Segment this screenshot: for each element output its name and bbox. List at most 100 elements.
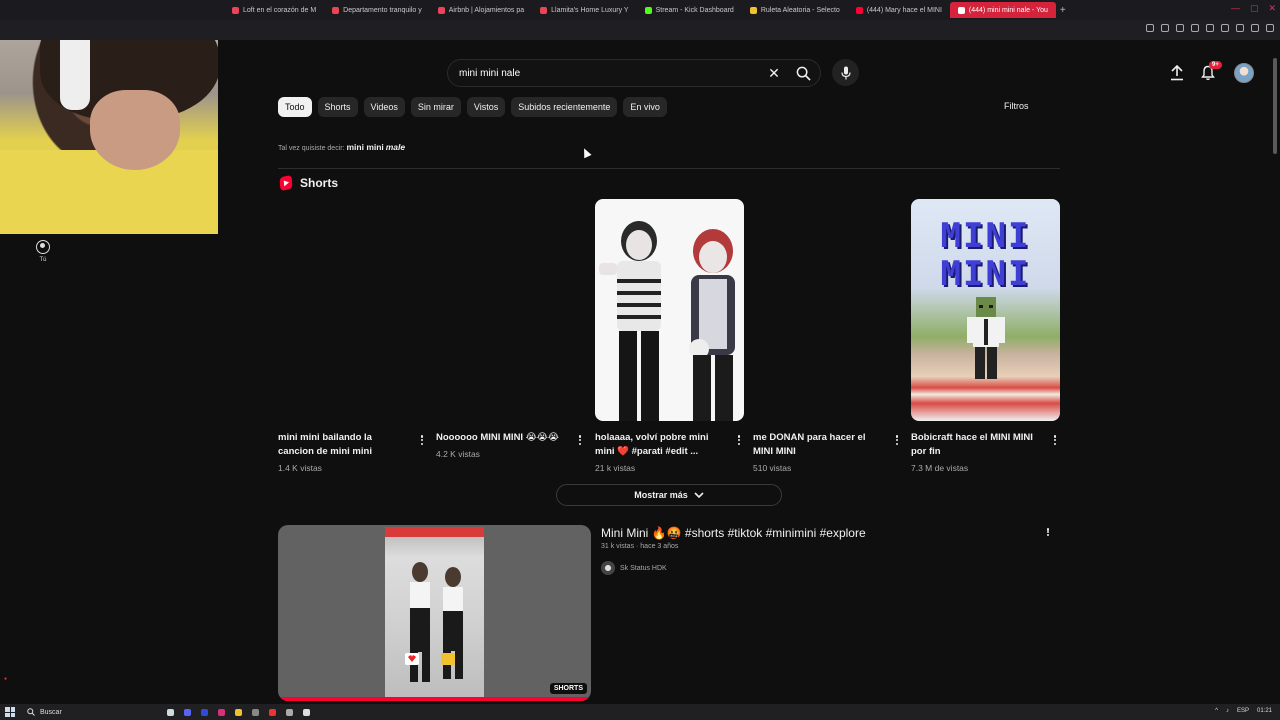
short-card[interactable]: mini mini bailando la cancion de mini mi… — [278, 199, 427, 473]
browser-tab[interactable]: Stream - Kick Dashboard — [637, 2, 742, 18]
taskbar-apps — [167, 708, 310, 716]
avatar[interactable] — [1234, 63, 1254, 83]
app-icon[interactable] — [218, 708, 225, 716]
screenshot-icon[interactable] — [1176, 24, 1184, 32]
maximize-icon[interactable]: ▢ — [1250, 3, 1259, 14]
more-actions-icon[interactable] — [734, 433, 744, 447]
folder-icon[interactable] — [235, 708, 242, 716]
heart-icon[interactable] — [1236, 24, 1244, 32]
short-title[interactable]: Noooooo MINI MINI 😭😭😭 — [436, 431, 562, 445]
refresh-icon[interactable] — [1206, 24, 1214, 32]
clock[interactable]: 01:21 — [1257, 708, 1272, 714]
app-icon[interactable] — [184, 708, 191, 716]
more-actions-icon[interactable] — [417, 433, 427, 447]
short-meta: Noooooo MINI MINI 😭😭😭 4.2 K vistas — [436, 431, 585, 459]
chip-todo[interactable]: Todo — [278, 97, 312, 117]
browser-tab[interactable]: Airbnb | Alojamientos pa — [430, 2, 532, 18]
short-title[interactable]: holaaaa, volví pobre mini mini ❤️ #parat… — [595, 431, 721, 459]
chip-unwatched[interactable]: Sin mirar — [410, 97, 461, 117]
guide-you[interactable]: Tú — [28, 240, 58, 263]
edge-indicator-icon: ● — [4, 676, 8, 682]
browser-tab[interactable]: (444) Mary hace el MINI — [848, 2, 950, 18]
dancers-image — [385, 527, 484, 682]
short-views: 7.3 M de vistas — [911, 463, 969, 473]
create-button[interactable] — [1168, 64, 1186, 82]
more-actions-icon[interactable] — [1043, 526, 1053, 538]
short-thumbnail[interactable] — [436, 199, 585, 421]
app-icon[interactable] — [269, 708, 276, 716]
mouse-cursor-icon — [580, 146, 592, 159]
short-thumbnail[interactable] — [753, 199, 902, 421]
search-button[interactable] — [786, 60, 820, 86]
minimize-icon[interactable]: — — [1231, 3, 1240, 14]
divider — [278, 168, 1060, 169]
tab-favicon-icon — [957, 6, 965, 14]
video-title[interactable]: Mini Mini 🔥🤬 #shorts #tiktok #minimini #… — [601, 526, 866, 540]
volume-icon[interactable]: ♪ — [1226, 708, 1229, 714]
app-icon[interactable] — [201, 708, 208, 716]
app-icon[interactable] — [167, 708, 174, 716]
play-icon[interactable] — [1221, 24, 1229, 32]
minecraft-character-image — [967, 297, 1005, 379]
short-card[interactable]: me DONAN para hacer el MINI MINI 510 vis… — [753, 199, 902, 473]
start-icon[interactable] — [5, 707, 15, 717]
chip-watched[interactable]: Vistos — [466, 97, 506, 117]
voice-search-button[interactable] — [832, 59, 859, 86]
browser-tab[interactable]: Ruleta Aleatoria - Selecto — [742, 2, 848, 18]
more-actions-icon[interactable] — [1050, 433, 1060, 447]
chevron-up-icon[interactable]: ^ — [1215, 708, 1218, 714]
menu-icon[interactable] — [1266, 24, 1274, 32]
search-input[interactable] — [448, 67, 762, 79]
channel-name[interactable]: Sk Status HDK — [620, 565, 667, 572]
app-icon[interactable] — [252, 708, 259, 716]
browser-tab-active[interactable]: (444) mini mini nale - You — [949, 2, 1056, 18]
short-title[interactable]: mini mini bailando la cancion de mini mi… — [278, 431, 404, 459]
more-actions-icon[interactable] — [892, 433, 902, 447]
short-card[interactable]: holaaaa, volví pobre mini mini ❤️ #parat… — [595, 199, 744, 473]
chip-recently-uploaded[interactable]: Subidos recientemente — [511, 97, 618, 117]
show-more-button[interactable]: Mostrar más — [556, 484, 782, 506]
search-icon — [27, 708, 35, 716]
chip-videos[interactable]: Videos — [363, 97, 405, 117]
video-meta: 31 k vistas · hace 3 años — [601, 543, 679, 550]
zoom-icon[interactable] — [1146, 24, 1154, 32]
short-title[interactable]: me DONAN para hacer el MINI MINI — [753, 431, 879, 459]
app-icon[interactable] — [303, 708, 310, 716]
language-indicator[interactable]: ESP — [1237, 708, 1249, 714]
short-thumbnail[interactable] — [595, 199, 744, 421]
app-icon[interactable] — [286, 708, 293, 716]
shield-icon[interactable] — [1191, 24, 1199, 32]
more-actions-icon[interactable] — [575, 433, 585, 447]
short-meta: me DONAN para hacer el MINI MINI 510 vis… — [753, 431, 902, 473]
pin-icon[interactable] — [1161, 24, 1169, 32]
video-thumbnail[interactable]: SHORTS — [278, 525, 591, 701]
did-you-mean-plain[interactable]: mini mini — [346, 142, 383, 152]
channel-avatar[interactable] — [601, 561, 615, 575]
browser-tab[interactable]: Departamento tranquilo y — [324, 2, 430, 18]
new-tab-button[interactable]: + — [1056, 5, 1070, 16]
short-card[interactable]: MINI MINI Bobicraft hace el MINI MINI po… — [911, 199, 1060, 473]
upload-icon — [1171, 65, 1183, 81]
short-card[interactable]: Noooooo MINI MINI 😭😭😭 4.2 K vistas — [436, 199, 585, 459]
browser-tab[interactable]: Loft en el corazón de M — [224, 2, 324, 18]
shorts-badge: SHORTS — [549, 683, 587, 694]
did-you-mean-correction[interactable]: male — [386, 142, 405, 152]
tab-favicon-icon — [437, 6, 445, 14]
short-thumbnail[interactable] — [278, 199, 427, 421]
close-icon[interactable]: ✕ — [1268, 3, 1276, 14]
download-icon[interactable] — [1251, 24, 1259, 32]
clear-search-icon[interactable]: ✕ — [762, 65, 786, 82]
notifications-button[interactable]: 9+ — [1198, 61, 1222, 83]
chip-shorts[interactable]: Shorts — [317, 97, 358, 117]
short-meta: Bobicraft hace el MINI MINI por fin 7.3 … — [911, 431, 1060, 473]
browser-tab[interactable]: Llamita's Home Luxury Y — [532, 2, 636, 18]
taskbar-search[interactable]: Buscar — [27, 708, 147, 716]
short-thumbnail[interactable]: MINI MINI — [911, 199, 1060, 421]
did-you-mean-prefix: Tal vez quisiste decir: — [278, 145, 345, 152]
video-channel[interactable]: Sk Status HDK — [601, 561, 667, 575]
page-scrollbar[interactable] — [1273, 58, 1277, 154]
chip-live[interactable]: En vivo — [623, 97, 667, 117]
filters-button[interactable]: Filtros — [1004, 101, 1029, 111]
short-views: 21 k vistas — [595, 463, 636, 473]
short-title[interactable]: Bobicraft hace el MINI MINI por fin — [911, 431, 1037, 459]
